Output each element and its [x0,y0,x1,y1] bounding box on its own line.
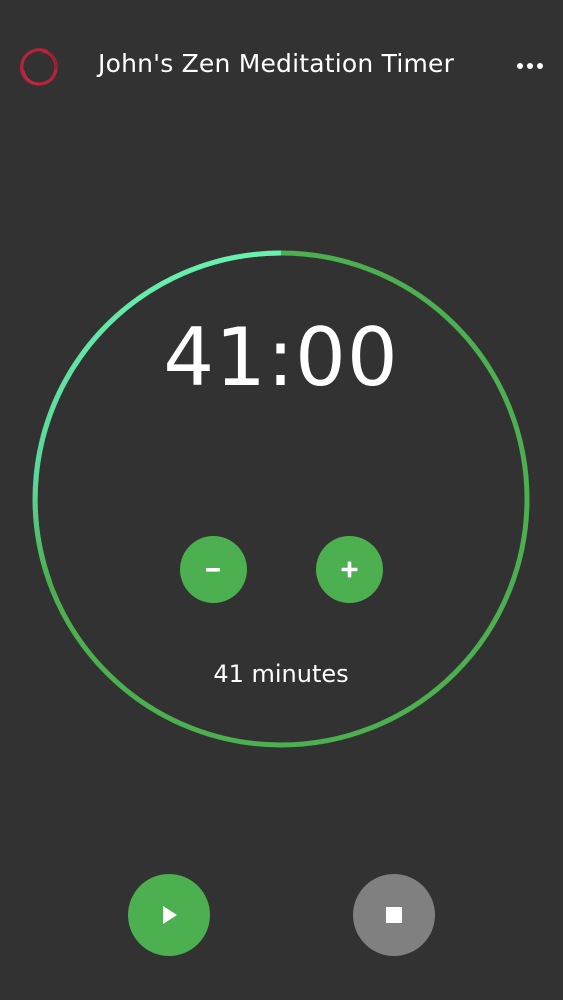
plus-icon [341,561,358,578]
duration-label: 41 minutes [213,660,349,688]
more-options-button[interactable] [510,52,550,80]
minus-icon [206,568,220,572]
timer-ring-progress [32,250,282,584]
more-horizontal-icon [517,63,543,69]
play-icon [163,906,177,924]
decrease-time-button[interactable] [180,536,247,603]
timer-display: 41:00 [163,311,399,404]
stop-icon [386,907,402,923]
app-header: John's Zen Meditation Timer [0,0,563,132]
play-button[interactable] [128,874,210,956]
increase-time-button[interactable] [316,536,383,603]
meditation-timer-screen: John's Zen Meditation Timer 41:00 41 min… [0,0,563,1000]
app-title: John's Zen Meditation Timer [98,49,455,78]
stop-button[interactable] [353,874,435,956]
enso-logo-icon [16,44,62,90]
